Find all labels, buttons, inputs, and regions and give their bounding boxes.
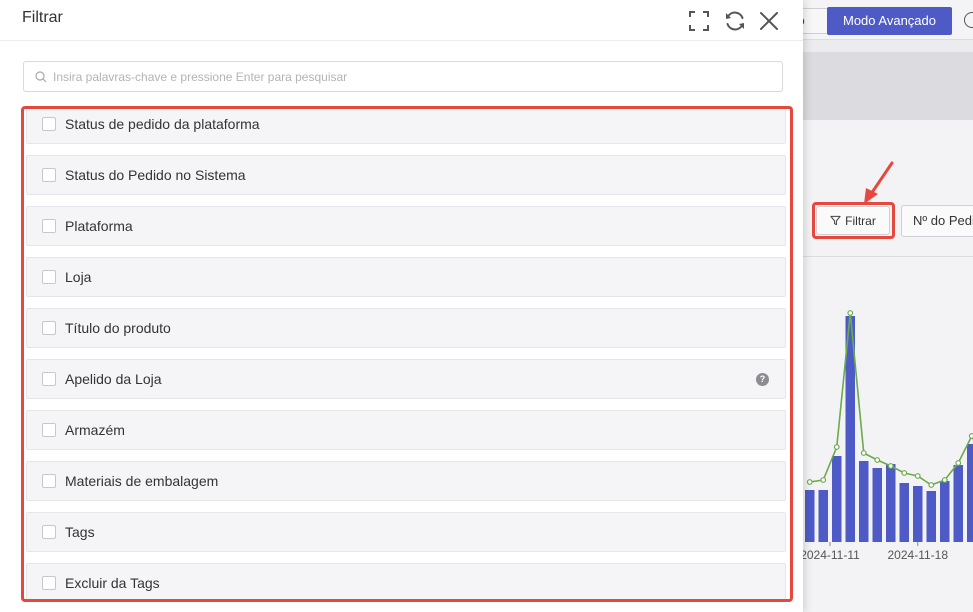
chart-point [806,479,813,485]
chart-bar [967,444,973,542]
checkbox[interactable] [42,168,56,182]
divider [803,256,973,257]
filter-option-label: Plataforma [65,218,133,234]
filter-option-label: Título do produto [65,320,171,336]
chart-point [968,433,973,439]
checkbox[interactable] [42,270,56,284]
chart-bar [940,481,950,542]
filter-highlight-box [812,202,895,239]
chart-point [847,310,854,316]
chart-bar [913,486,923,542]
chart-bar [872,468,882,542]
order-number-field[interactable]: Nº do Pedido [901,205,973,237]
refresh-icon[interactable] [723,9,747,33]
chart-bar [832,456,842,542]
chart-point [833,444,840,450]
filter-option-label: Apelido da Loja [65,371,162,387]
filter-option[interactable]: Materiais de embalagem [26,461,786,501]
filter-option[interactable]: Tags [26,512,786,552]
filter-option[interactable]: Status do Pedido no Sistema [26,155,786,195]
filter-option-label: Excluir da Tags [65,575,160,591]
x-axis-tick-label: 2024-11-11 [803,548,860,562]
filter-option[interactable]: Título do produto [26,308,786,348]
checkbox[interactable] [42,117,56,131]
filter-option-label: Status de pedido da plataforma [65,116,260,132]
checkbox[interactable] [42,321,56,335]
help-icon[interactable] [964,12,973,28]
chart-bar [926,491,936,542]
filter-option-label: Status do Pedido no Sistema [65,167,246,183]
filter-option[interactable]: Status de pedido da plataforma [26,109,786,144]
advanced-mode-button[interactable]: Modo Avançado [827,7,952,35]
chart-point [928,482,935,488]
filter-option-label: Loja [65,269,92,285]
chart-point [914,473,921,479]
modal-title: Filtrar [22,9,63,26]
checkbox[interactable] [42,576,56,590]
chart-point [887,463,894,469]
checkbox[interactable] [42,474,56,488]
filter-option-label: Materiais de embalagem [65,473,219,489]
close-icon[interactable] [757,9,781,33]
checkbox[interactable] [42,219,56,233]
chart-bar [805,490,815,542]
chart-bar [899,483,909,542]
chart-point [820,477,827,483]
chart-bar [859,461,869,542]
chart-bar [953,465,963,542]
search-icon [35,71,47,83]
chart-bar [818,490,828,542]
chart-point [955,460,962,466]
help-icon[interactable]: ? [756,373,769,386]
annotation-arrow-icon [864,161,894,204]
search-box [23,61,783,92]
filter-options-highlight: Status de pedido da plataforma Status do … [21,106,793,602]
filter-option-label: Tags [65,524,95,540]
search-input[interactable] [53,62,773,91]
filter-option-label: Armazém [65,422,125,438]
modal-header: Filtrar [0,0,803,41]
orders-chart: 2024-11-11 2024-11-18 [803,310,973,562]
checkbox[interactable] [42,525,56,539]
filter-option[interactable]: Loja [26,257,786,297]
filter-option[interactable]: Excluir da Tags [26,563,786,599]
checkbox[interactable] [42,372,56,386]
chart-point [874,457,881,463]
fullscreen-icon[interactable] [687,9,711,33]
chart-bar [886,464,896,542]
chart-point [901,470,908,476]
filter-option[interactable]: Plataforma [26,206,786,246]
chart-point [941,477,948,483]
checkbox[interactable] [42,423,56,437]
filter-option[interactable]: Armazém [26,410,786,450]
chart-point [860,450,867,456]
filter-option[interactable]: Apelido da Loja? [26,359,786,399]
filter-modal: Filtrar Status de pedido da plataformaSt… [0,0,803,612]
x-axis-tick-label: 2024-11-18 [888,548,949,562]
